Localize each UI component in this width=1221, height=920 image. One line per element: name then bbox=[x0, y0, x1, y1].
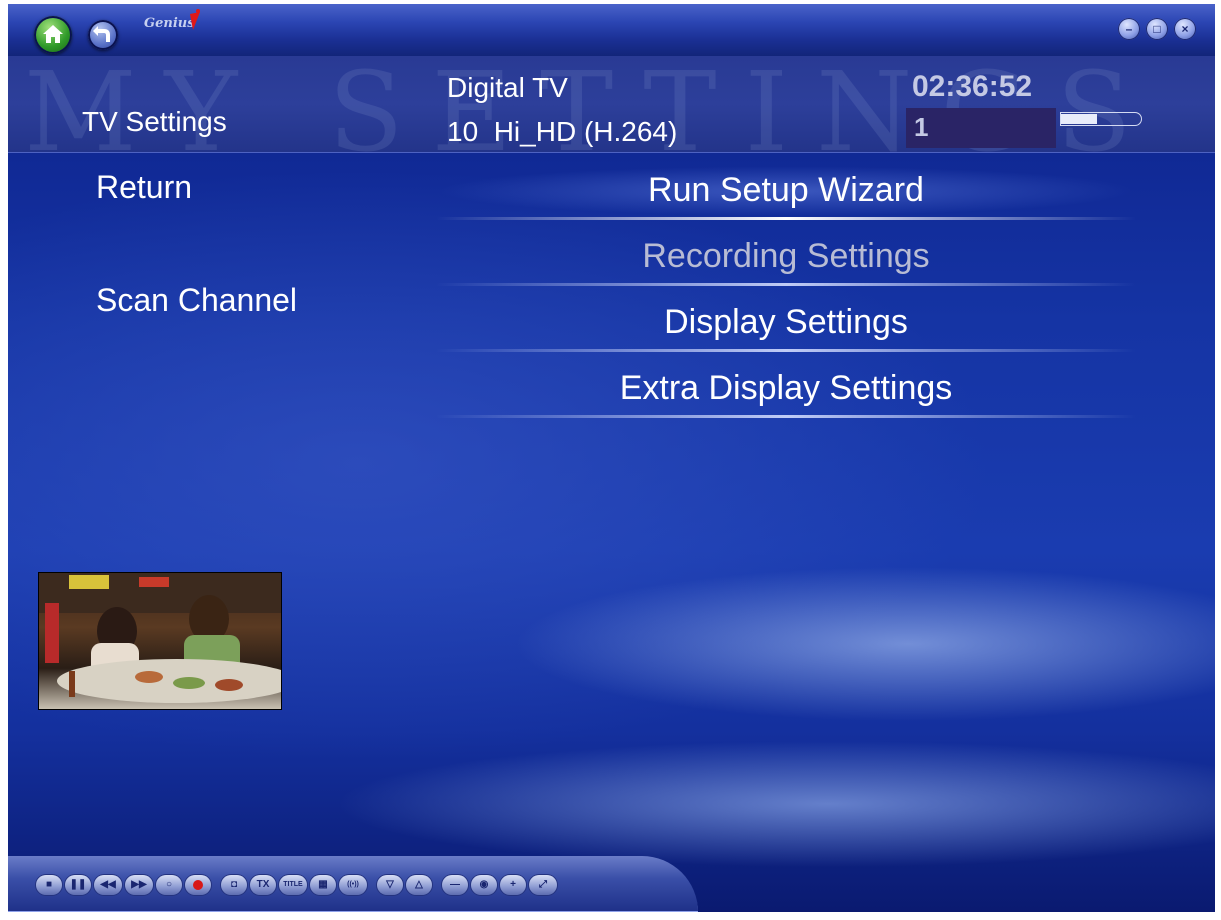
audio-button[interactable]: ((•)) bbox=[339, 875, 367, 895]
playback-control-bar: ■ ❚❚ ◀◀ ▶▶ ○ ◘ TX TITLE ▦ ((•)) ▽ △ — ◉ + ⤢ bbox=[8, 856, 698, 912]
menu-divider bbox=[436, 283, 1136, 286]
volume-down-button[interactable]: — bbox=[442, 875, 468, 895]
page-title: TV Settings bbox=[82, 106, 227, 137]
clock: 02:36:52 bbox=[912, 70, 1033, 103]
timeshift-button[interactable]: ○ bbox=[156, 875, 182, 895]
menu-item-extra-display-settings[interactable]: Extra Display Settings bbox=[436, 364, 1136, 424]
menu-item-label: Display Settings bbox=[664, 303, 908, 341]
pause-icon: ❚❚ bbox=[69, 879, 87, 890]
mute-button[interactable]: ◉ bbox=[471, 875, 497, 895]
logo-mark-icon bbox=[190, 9, 200, 30]
home-button[interactable] bbox=[34, 16, 72, 54]
scan-channel-button[interactable]: Scan Channel bbox=[96, 282, 297, 319]
close-button[interactable]: × bbox=[1174, 18, 1196, 40]
header-panel: MY SETTINGS TV Settings Digital TV 10 Hi… bbox=[8, 56, 1215, 153]
video-frame-image bbox=[39, 573, 281, 703]
record-dot-icon bbox=[193, 880, 203, 890]
signal-strength-bar bbox=[1060, 112, 1142, 126]
fullscreen-icon: ⤢ bbox=[539, 879, 547, 890]
video-preview[interactable] bbox=[38, 572, 282, 710]
fast-forward-icon: ▶▶ bbox=[131, 879, 147, 890]
record-button[interactable] bbox=[185, 875, 211, 895]
snapshot-button[interactable]: ◘ bbox=[221, 875, 247, 895]
title-bar: Genius – □ × bbox=[8, 4, 1215, 57]
channel-number-box bbox=[906, 108, 1056, 148]
menu-item-recording-settings[interactable]: Recording Settings bbox=[436, 232, 1136, 292]
menu-item-label: Extra Display Settings bbox=[619, 369, 953, 407]
channel-down-button[interactable]: ▽ bbox=[377, 875, 403, 895]
stop-icon: ■ bbox=[45, 879, 53, 890]
volume-up-button[interactable]: + bbox=[500, 875, 526, 895]
home-icon bbox=[43, 25, 63, 43]
channel-number: 1 bbox=[914, 112, 929, 142]
rewind-icon: ◀◀ bbox=[100, 879, 116, 890]
audio-icon: ((•)) bbox=[347, 881, 359, 888]
back-arrow-icon bbox=[93, 26, 110, 42]
channel-up-icon: △ bbox=[415, 879, 423, 890]
rewind-button[interactable]: ◀◀ bbox=[94, 875, 122, 895]
minimize-button[interactable]: – bbox=[1118, 18, 1140, 40]
menu-divider bbox=[436, 217, 1136, 220]
volume-down-icon: — bbox=[450, 879, 460, 890]
genius-logo: Genius bbox=[144, 16, 195, 31]
back-button[interactable] bbox=[88, 20, 118, 50]
fast-forward-button[interactable]: ▶▶ bbox=[125, 875, 153, 895]
maximize-button[interactable]: □ bbox=[1146, 18, 1168, 40]
menu-divider bbox=[436, 349, 1136, 352]
fullscreen-button[interactable]: ⤢ bbox=[529, 875, 557, 895]
return-button[interactable]: Return bbox=[96, 169, 192, 206]
source-name: Digital TV bbox=[447, 72, 568, 103]
menu-item-label: Recording Settings bbox=[642, 237, 930, 275]
title-button[interactable]: TITLE bbox=[279, 875, 307, 895]
epg-button[interactable]: ▦ bbox=[310, 875, 336, 895]
stop-button[interactable]: ■ bbox=[36, 875, 62, 895]
teletext-icon: TX bbox=[256, 879, 270, 890]
menu-item-label: Run Setup Wizard bbox=[648, 171, 924, 209]
epg-icon: ▦ bbox=[318, 879, 328, 890]
volume-up-icon: + bbox=[510, 879, 516, 890]
menu-divider bbox=[436, 415, 1136, 418]
channel-info: 10 Hi_HD (H.264) bbox=[447, 116, 678, 147]
menu-item-run-setup-wizard[interactable]: Run Setup Wizard bbox=[436, 166, 1136, 226]
pause-button[interactable]: ❚❚ bbox=[65, 875, 91, 895]
signal-strength-fill bbox=[1061, 114, 1097, 124]
tv-app-window: Genius – □ × MY SETTINGS TV Settings Dig… bbox=[8, 4, 1215, 912]
title-icon: TITLE bbox=[283, 881, 303, 888]
mute-icon: ◉ bbox=[479, 879, 489, 890]
menu-item-display-settings[interactable]: Display Settings bbox=[436, 298, 1136, 358]
channel-up-button[interactable]: △ bbox=[406, 875, 432, 895]
snapshot-icon: ◘ bbox=[230, 879, 238, 890]
timeshift-icon: ○ bbox=[165, 879, 173, 890]
channel-down-icon: ▽ bbox=[386, 879, 394, 890]
teletext-button[interactable]: TX bbox=[250, 875, 276, 895]
